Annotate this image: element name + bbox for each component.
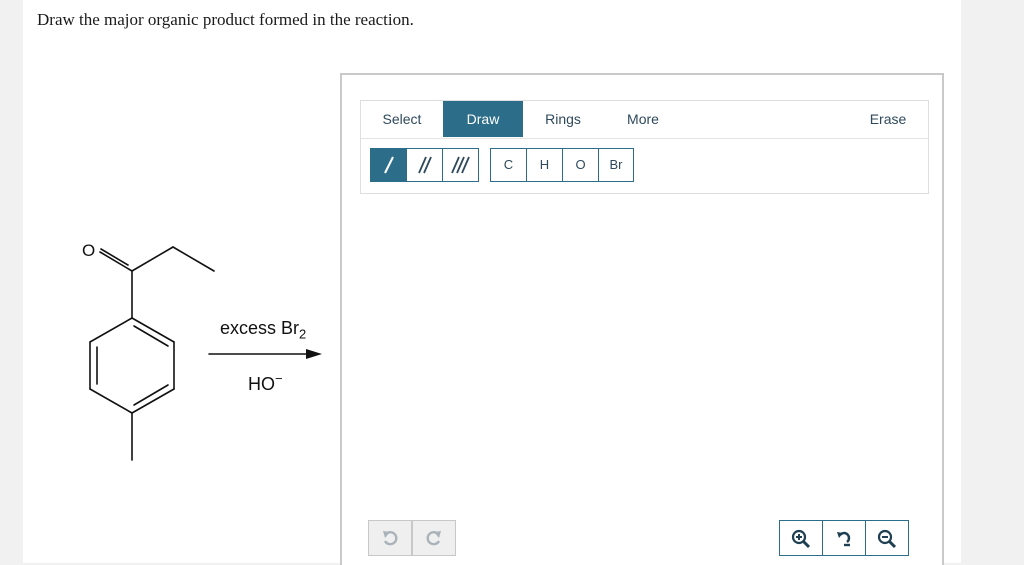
oxygen-atom-label: O <box>82 241 95 260</box>
tab-erase[interactable]: Erase <box>847 101 929 137</box>
ring-bond <box>89 388 133 414</box>
ring-bond <box>89 317 133 343</box>
reagent-main: excess Br <box>220 318 300 338</box>
zoom-out-icon <box>877 529 897 549</box>
atom-br-button[interactable]: Br <box>598 148 634 182</box>
tab-draw[interactable]: Draw <box>443 101 523 137</box>
triple-bond-icon <box>450 156 470 174</box>
reaction-arrow-head <box>306 349 322 359</box>
zoom-reset-icon <box>837 531 851 547</box>
tab-select[interactable]: Select <box>361 101 443 137</box>
triple-bond-button[interactable] <box>442 148 479 182</box>
carbonyl-bond <box>99 251 133 272</box>
redo-button[interactable] <box>412 520 456 556</box>
base-label: HO− <box>248 371 283 395</box>
atom-c-button[interactable]: C <box>490 148 527 182</box>
double-bond-icon <box>417 156 432 174</box>
reagent-subscript: 2 <box>299 326 307 342</box>
double-bond-button[interactable] <box>406 148 443 182</box>
editor-toolbar: Select Draw Rings More Erase C H O Br <box>360 100 929 194</box>
zoom-in-icon <box>791 529 811 549</box>
ethyl-bond <box>172 246 215 272</box>
base-charge: − <box>275 371 283 386</box>
ring-bond <box>131 388 175 414</box>
ring-bond <box>131 317 175 343</box>
undo-button[interactable] <box>368 520 412 556</box>
atom-h-button[interactable]: H <box>526 148 563 182</box>
tab-rings[interactable]: Rings <box>523 101 603 137</box>
zoom-in-button[interactable] <box>779 520 823 556</box>
atom-o-button[interactable]: O <box>562 148 599 182</box>
reagent-label: excess Br2 <box>220 318 306 342</box>
zoom-reset-button[interactable] <box>822 520 866 556</box>
reactant-structure: O <box>82 241 322 461</box>
carbonyl-bond <box>100 248 129 266</box>
base-main: HO <box>248 374 275 394</box>
redo-icon <box>426 531 441 546</box>
tab-more[interactable]: More <box>603 101 683 137</box>
undo-icon <box>383 531 398 546</box>
single-bond-icon <box>383 156 394 174</box>
ethyl-bond <box>131 246 174 272</box>
toolbar-tabs: Select Draw Rings More Erase <box>361 101 928 139</box>
single-bond-button[interactable] <box>370 148 407 182</box>
zoom-out-button[interactable] <box>865 520 909 556</box>
